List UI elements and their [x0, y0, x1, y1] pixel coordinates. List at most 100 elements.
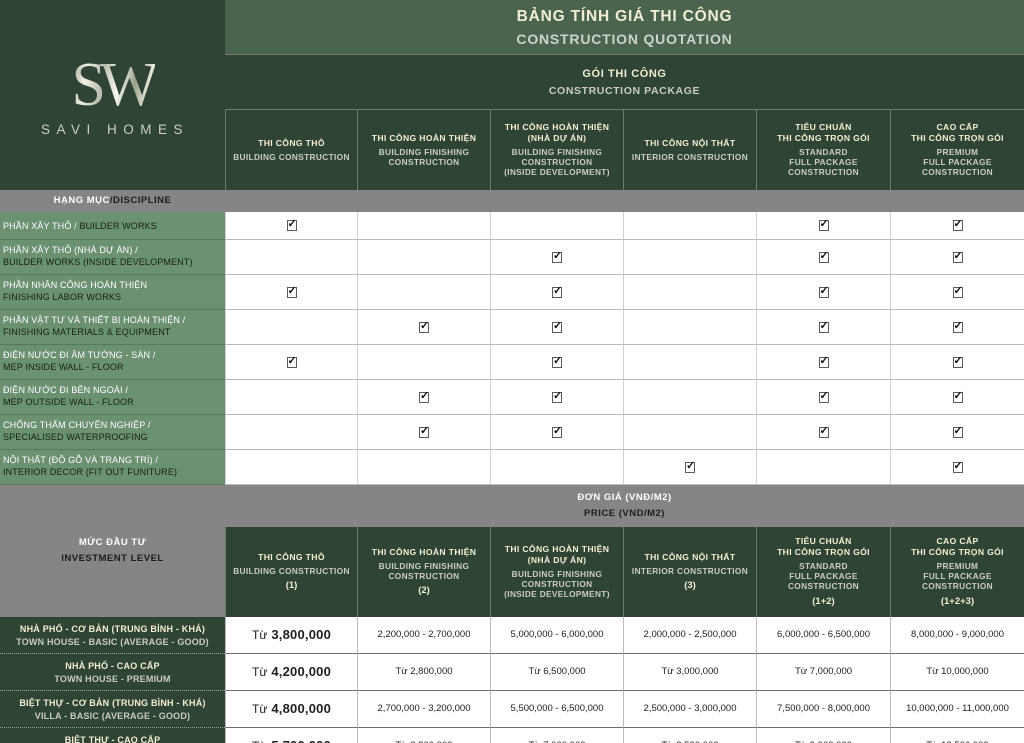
col-head-vn2: THI CÔNG TRỌN GÓI [911, 547, 1004, 558]
price-cell[interactable]: Từ 6,500,000 [490, 654, 623, 691]
price-cell[interactable]: Từ 9,000,000 [756, 728, 890, 743]
checkbox-cell-empty[interactable] [357, 240, 490, 275]
discipline-vietnamese: CHỐNG THẤM CHUYÊN NGHIỆP / [3, 420, 151, 431]
checkbox-cell-checked[interactable] [890, 380, 1024, 415]
col-head-number: (1+2+3) [940, 595, 975, 607]
checkbox-cell-checked[interactable] [890, 345, 1024, 380]
checkbox-cell-empty[interactable] [225, 380, 357, 415]
checkbox-cell-checked[interactable] [756, 310, 890, 345]
checkbox-cell-checked[interactable] [490, 240, 623, 275]
price-cell[interactable]: 7,500,000 - 8,000,000 [756, 691, 890, 728]
checkbox-cell-checked[interactable] [225, 212, 357, 240]
investment-level-row: BIỆT THỰ - CƠ BẢN (TRUNG BÌNH - KHÁ) VILL… [0, 691, 225, 728]
price-cell[interactable]: Từ 3,000,000 [623, 654, 756, 691]
checkbox-cell-empty[interactable] [623, 310, 756, 345]
checkbox-cell-empty[interactable] [225, 310, 357, 345]
price-cell[interactable]: 2,700,000 - 3,200,000 [357, 691, 490, 728]
price-cell[interactable]: 2,200,000 - 2,700,000 [357, 617, 490, 654]
price-cell[interactable]: Từ 3,300,000 [357, 728, 490, 743]
price-cell[interactable]: Từ 12,500,000 [890, 728, 1024, 743]
checkbox-cell-checked[interactable] [890, 310, 1024, 345]
price-cell-primary[interactable]: Từ 4,200,000 [225, 654, 357, 691]
checkbox-cell-checked[interactable] [756, 275, 890, 310]
checkbox-cell-checked[interactable] [890, 212, 1024, 240]
price-cell[interactable]: 6,000,000 - 6,500,000 [756, 617, 890, 654]
col-head-vn: CAO CẤP [936, 536, 979, 547]
price-cell-primary[interactable]: Từ 3,800,000 [225, 617, 357, 654]
checkbox-cell-empty[interactable] [623, 212, 756, 240]
price-cell[interactable]: 5,500,000 - 6,500,000 [490, 691, 623, 728]
checkbox-cell-checked[interactable] [357, 380, 490, 415]
checkbox-cell-checked[interactable] [756, 240, 890, 275]
checkbox-cell-empty[interactable] [623, 380, 756, 415]
brand-logo: SW SAVI HOMES [0, 0, 225, 190]
discipline-vietnamese: PHẦN NHÂN CÔNG HOÀN THIỆN [3, 280, 148, 291]
checkbox-cell-empty[interactable] [225, 415, 357, 450]
checkbox-cell-empty[interactable] [490, 212, 623, 240]
checkbox-cell-empty[interactable] [623, 345, 756, 380]
checkbox-cell-checked[interactable] [756, 380, 890, 415]
checkbox-cell-checked[interactable] [890, 275, 1024, 310]
price-cell[interactable]: Từ 2,800,000 [357, 654, 490, 691]
price-cell[interactable]: 5,000,000 - 6,000,000 [490, 617, 623, 654]
checkbox-cell-empty[interactable] [623, 415, 756, 450]
investment-level-row: NHÀ PHỐ - CAO CẤP TOWN HOUSE - PREMIUM [0, 654, 225, 691]
price-cell[interactable]: 2,500,000 - 3,000,000 [623, 691, 756, 728]
price-cell[interactable]: Từ 7,000,000 [490, 728, 623, 743]
discipline-english: MEP INSIDE WALL - FLOOR [3, 362, 124, 372]
checkbox-cell-checked[interactable] [890, 450, 1024, 485]
col-head-number: (3) [684, 580, 696, 592]
price-cell[interactable]: 10,000,000 - 11,000,000 [890, 691, 1024, 728]
price-cell[interactable]: 2,000,000 - 2,500,000 [623, 617, 756, 654]
col-head-vn2: THI CÔNG TRỌN GÓI [911, 132, 1004, 143]
price-cell-primary[interactable]: Từ 4,800,000 [225, 691, 357, 728]
checkbox-cell-checked[interactable] [357, 415, 490, 450]
price-cell[interactable]: 8,000,000 - 9,000,000 [890, 617, 1024, 654]
price-band-vietnamese: ĐƠN GIÁ (VNĐ/M2) [577, 492, 672, 504]
checkbox-cell-checked[interactable] [490, 310, 623, 345]
checkbox-cell-checked[interactable] [225, 345, 357, 380]
checkbox-cell-checked[interactable] [357, 310, 490, 345]
checkbox-cell-empty[interactable] [357, 212, 490, 240]
checkbox-cell-checked[interactable] [225, 275, 357, 310]
checkbox-cell-checked[interactable] [756, 345, 890, 380]
price-cell[interactable]: Từ 7,000,000 [756, 654, 890, 691]
investment-level-english: INVESTMENT LEVEL [61, 553, 164, 564]
checkbox-cell-checked[interactable] [756, 212, 890, 240]
brand-name: SAVI HOMES [40, 121, 190, 137]
package-label-english: CONSTRUCTION PACKAGE [548, 84, 701, 97]
col-head-en1: PREMIUM [936, 560, 979, 571]
checkbox-cell-checked[interactable] [623, 450, 756, 485]
checkbox-cell-empty[interactable] [225, 240, 357, 275]
checkbox-cell-checked[interactable] [490, 345, 623, 380]
checkbox-cell-checked[interactable] [890, 415, 1024, 450]
level-english: VILLA - BASIC (AVERAGE - GOOD) [34, 710, 191, 721]
checkbox-cell-empty[interactable] [490, 450, 623, 485]
checkbox-cell-empty[interactable] [225, 450, 357, 485]
checkmark-icon [952, 218, 963, 231]
discipline-english: BUILDER WORKS (INSIDE DEVELOPMENT) [3, 257, 193, 267]
level-vietnamese: NHÀ PHỐ - CAO CẤP [65, 660, 160, 671]
checkbox-cell-empty[interactable] [357, 345, 490, 380]
discipline-vietnamese: PHẦN XÂY THÔ / [3, 221, 80, 232]
checkbox-cell-checked[interactable] [490, 275, 623, 310]
discipline-english: FINISHING LABOR WORKS [3, 292, 122, 302]
checkbox-cell-empty[interactable] [357, 450, 490, 485]
checkbox-cell-checked[interactable] [890, 240, 1024, 275]
checkbox-cell-checked[interactable] [490, 415, 623, 450]
price-cell[interactable]: Từ 10,000,000 [890, 654, 1024, 691]
page-title: BẢNG TÍNH GIÁ THI CÔNG CONSTRUCTION QUOT… [225, 0, 1024, 55]
checkbox-cell-empty[interactable] [756, 450, 890, 485]
price-cell[interactable]: Từ 3,500,000 [623, 728, 756, 743]
price-cell-primary[interactable]: Từ 5,700,000 [225, 728, 357, 743]
col-head-en2: CONSTRUCTION [521, 579, 593, 590]
checkbox-cell-empty[interactable] [623, 275, 756, 310]
checkbox-cell-empty[interactable] [357, 275, 490, 310]
checkbox-cell-empty[interactable] [623, 240, 756, 275]
discipline-vietnamese: NỘI THẤT (ĐỒ GỖ VÀ TRANG TRÍ) / [3, 455, 158, 466]
checkmark-icon [419, 425, 429, 438]
column-header-2: THI CÔNG HOÀN THIỆN BUILDING FINISHING CON… [357, 110, 490, 190]
checkbox-cell-checked[interactable] [490, 380, 623, 415]
checkbox-cell-checked[interactable] [756, 415, 890, 450]
investment-level-vietnamese: MỨC ĐẦU TƯ [78, 537, 147, 549]
